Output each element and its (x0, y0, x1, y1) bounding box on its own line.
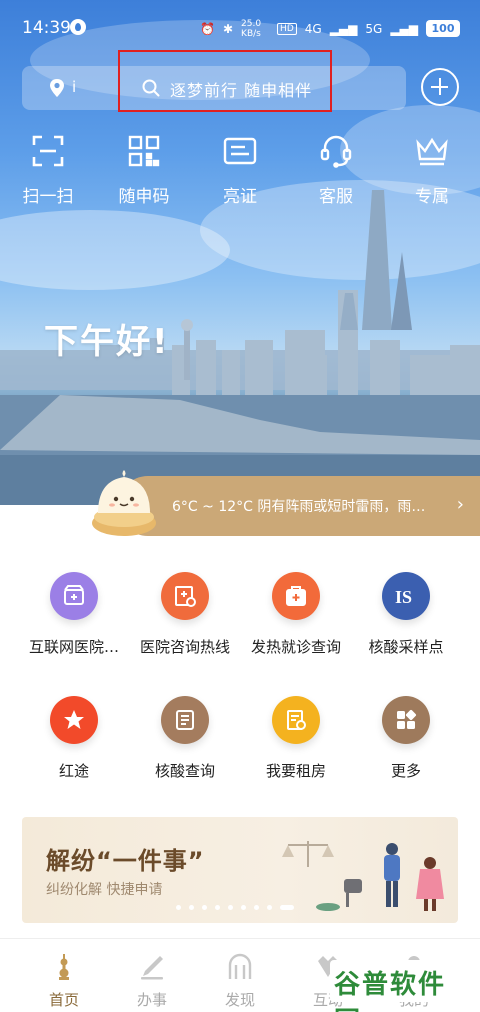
service-label: 核酸采样点 (368, 638, 444, 656)
pagination-dot-active[interactable] (280, 905, 294, 910)
hospital-hotline-icon (161, 572, 209, 620)
quick-exclusive[interactable]: 专属 (392, 134, 472, 207)
service-fever-clinic[interactable]: 发热就诊查询 (236, 572, 356, 657)
service-rent-house[interactable]: 我要租房 (236, 696, 356, 781)
banner-pagination (176, 905, 294, 910)
online-hospital-icon (50, 572, 98, 620)
pagination-dot[interactable] (241, 905, 246, 910)
headset-icon (320, 135, 352, 168)
service-red-route[interactable]: 红途 (14, 696, 134, 781)
status-time: 14:39 (22, 18, 71, 38)
hero-banner: 14:39 ⏰ ✱ 25.0 KB/s HD 4G ▂▄▆ 5G ▂▄▆ 100… (0, 0, 480, 505)
signal-4g: 4G (304, 22, 322, 36)
qr-code-icon (128, 135, 160, 167)
banner-title: 解纷“一件事” (46, 847, 205, 875)
add-button[interactable] (421, 68, 459, 106)
pagination-dot[interactable] (202, 905, 207, 910)
banner-subtitle: 纠纷化解 快捷申请 (46, 882, 163, 898)
quick-action-label: 亮证 (223, 187, 257, 207)
greeting-text: 下午好! (44, 322, 170, 362)
tab-label: 首页 (48, 991, 79, 1009)
pagination-dot[interactable] (176, 905, 181, 910)
pen-icon (141, 956, 163, 980)
site-watermark: 谷普软件园 (330, 960, 470, 1012)
net-speed: 25.0 KB/s (241, 19, 262, 39)
service-label: 互联网医院… (28, 638, 119, 656)
tab-label: 发现 (224, 991, 255, 1009)
service-label: 核酸查询 (154, 762, 215, 780)
banner-illustration (282, 841, 444, 911)
svg-text:IS: IS (395, 587, 412, 607)
id-card-icon (223, 137, 257, 165)
quick-customer-service[interactable]: 客服 (296, 134, 376, 207)
quick-qr-code[interactable]: 随申码 (104, 134, 184, 207)
discover-icon (228, 953, 252, 979)
pagination-dot[interactable] (254, 905, 259, 910)
weather-strip[interactable]: 6°C ~ 12°C 阴有阵雨或短时雷雨，雨… › (118, 476, 480, 536)
quick-action-label: 随申码 (118, 187, 170, 207)
quick-action-label: 客服 (319, 187, 353, 207)
weather-text: 6°C ~ 12°C 阴有阵雨或短时雷雨，雨… (172, 499, 426, 515)
hd-badge: HD (277, 23, 297, 35)
service-label: 我要租房 (265, 762, 326, 780)
scan-icon (32, 135, 64, 167)
tab-discover[interactable]: 发现 (210, 953, 270, 1010)
status-bar: 14:39 ⏰ ✱ 25.0 KB/s HD 4G ▂▄▆ 5G ▂▄▆ 100 (0, 0, 480, 56)
tab-home[interactable]: 首页 (34, 953, 94, 1010)
pagination-dot[interactable] (215, 905, 220, 910)
quick-action-label: 专属 (415, 187, 449, 207)
quick-id-card[interactable]: 亮证 (200, 134, 280, 207)
pagination-dot[interactable] (267, 905, 272, 910)
quick-scan[interactable]: 扫一扫 (8, 134, 88, 207)
service-hospital-hotline[interactable]: 医院咨询热线 (125, 572, 245, 657)
status-indicators: ⏰ ✱ 25.0 KB/s HD 4G ▂▄▆ 5G ▂▄▆ (200, 19, 418, 39)
home-tower-icon (59, 954, 69, 980)
location-pin-icon[interactable] (48, 78, 66, 98)
red-route-icon (50, 696, 98, 744)
alarm-icon: ⏰ (200, 22, 215, 36)
search-input[interactable]: 逐梦前行 随申相伴 (170, 77, 312, 101)
bluetooth-icon: ✱ (222, 22, 234, 36)
more-apps-icon (382, 696, 430, 744)
signal-bars-icon: ▂▄▆ (390, 22, 418, 36)
signal-5g: 5G (365, 22, 383, 36)
pagination-dot[interactable] (228, 905, 233, 910)
rent-house-icon (272, 696, 320, 744)
quick-action-label: 扫一扫 (22, 187, 74, 207)
search-icon[interactable] (142, 79, 160, 97)
service-more[interactable]: 更多 (346, 696, 466, 781)
service-nucleic-site[interactable]: IS 核酸采样点 (346, 572, 466, 657)
tab-label: 办事 (136, 991, 167, 1009)
nucleic-site-icon: IS (382, 572, 430, 620)
search-bar[interactable]: i 逐梦前行 随申相伴 (22, 50, 406, 112)
location-text[interactable]: i (72, 78, 76, 96)
tab-services[interactable]: 办事 (122, 953, 182, 1010)
chevron-right-icon: › (456, 494, 464, 515)
service-label: 红途 (58, 762, 89, 780)
watermark-text: 谷普软件园 (334, 970, 447, 1012)
service-nucleic-query[interactable]: 核酸查询 (125, 696, 245, 781)
pagination-dot[interactable] (189, 905, 194, 910)
mascot-bun-icon (92, 470, 156, 536)
service-label: 发热就诊查询 (250, 638, 341, 656)
fever-clinic-icon (272, 572, 320, 620)
nucleic-query-icon (161, 696, 209, 744)
battery-indicator: 100 (426, 20, 460, 37)
signal-bars-icon: ▂▄▆ (329, 22, 358, 36)
service-label: 更多 (390, 762, 421, 780)
promo-banner[interactable]: 解纷“一件事” 纠纷化解 快捷申请 (22, 817, 458, 923)
service-online-hospital[interactable]: 互联网医院… (14, 572, 134, 657)
service-label: 医院咨询热线 (139, 638, 230, 656)
app-notification-icon (70, 19, 86, 35)
crown-icon (416, 137, 448, 166)
